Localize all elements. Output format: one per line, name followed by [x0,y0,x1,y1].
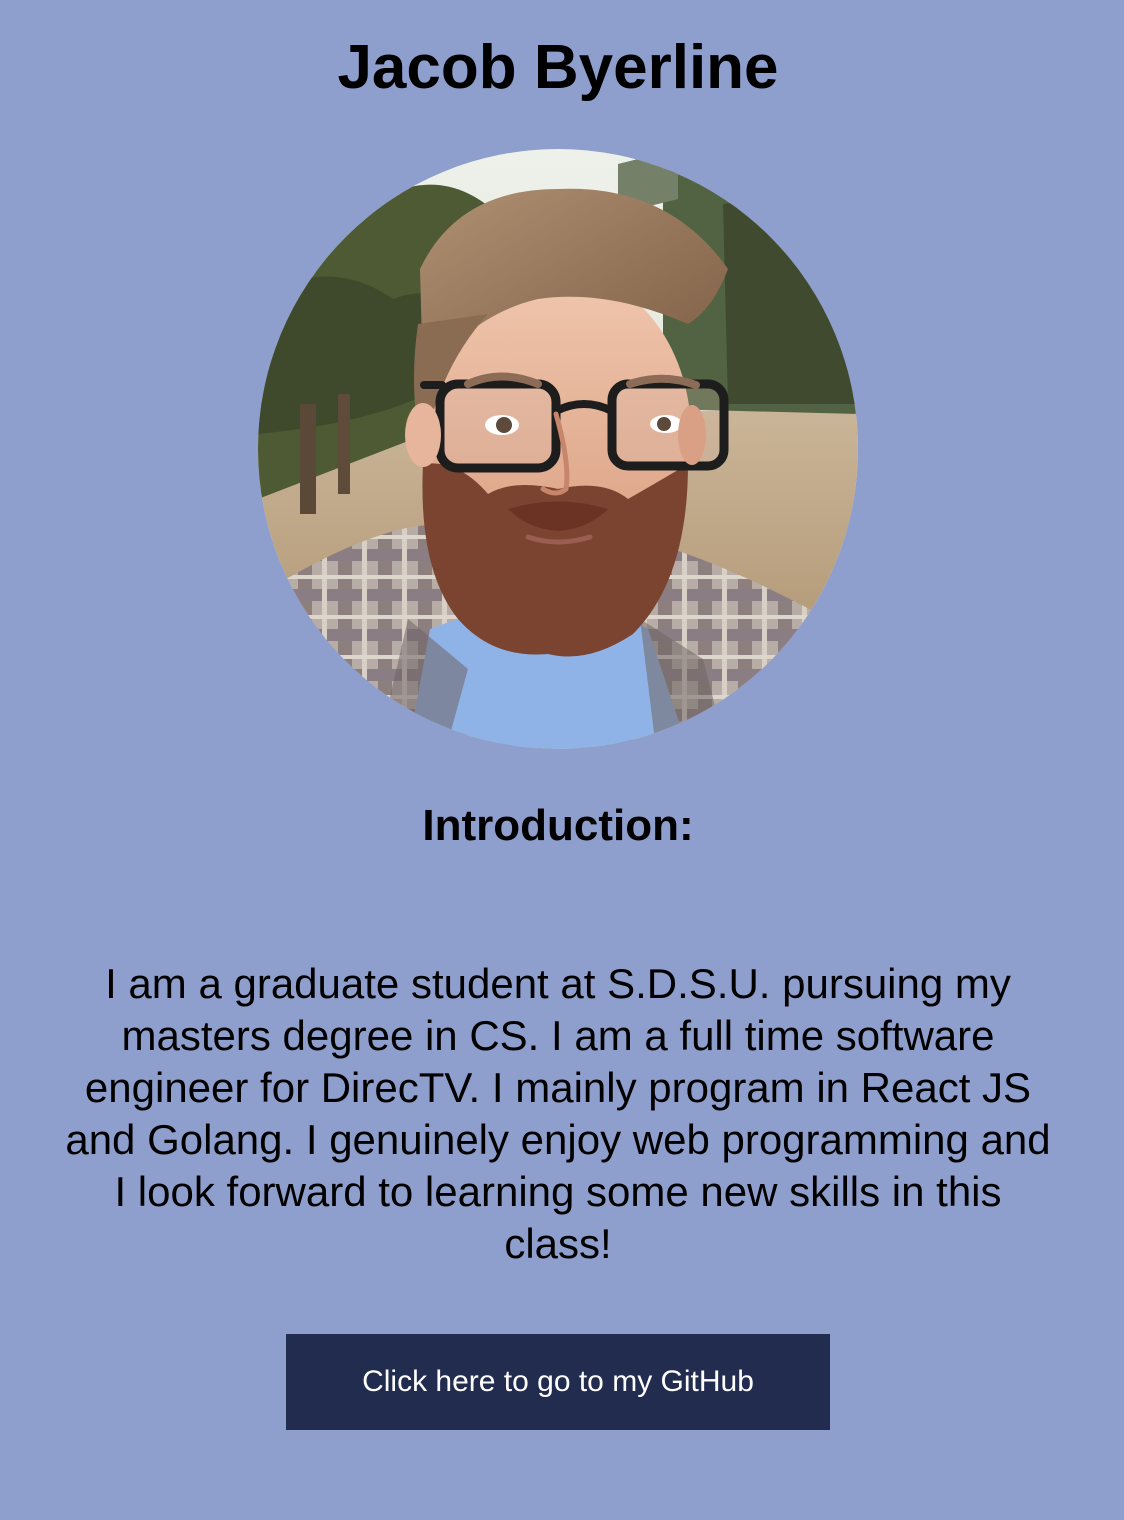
introduction-heading: Introduction: [422,801,694,850]
profile-page: Jacob Byerline Introduction: I am a grad… [0,0,1124,1520]
profile-photo [258,149,858,749]
github-button[interactable]: Click here to go to my GitHub [286,1334,830,1430]
page-title: Jacob Byerline [337,33,779,102]
profile-photo-illustration [258,149,858,749]
introduction-text: I am a graduate student at S.D.S.U. purs… [65,960,1051,1267]
